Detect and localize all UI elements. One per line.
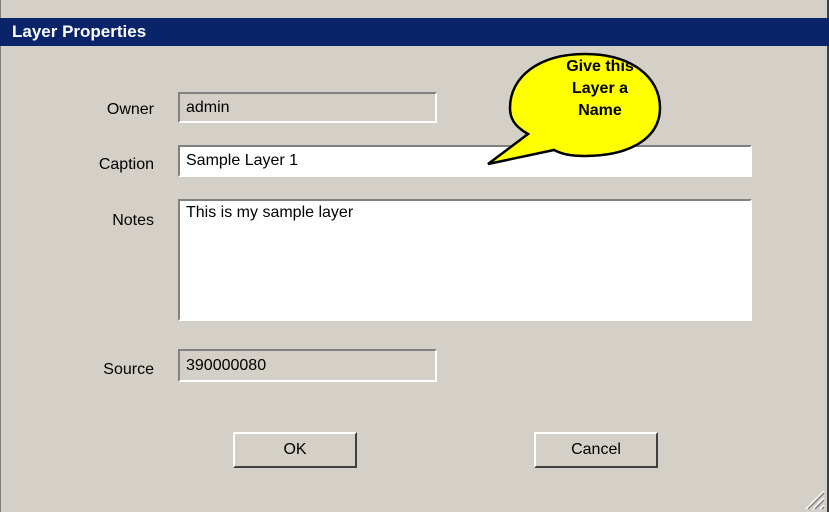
callout-text: Give this Layer a Name <box>540 56 660 122</box>
callout-line-1: Give this <box>566 58 634 75</box>
source-field[interactable] <box>178 349 437 382</box>
source-label: Source <box>103 361 154 378</box>
caption-label: Caption <box>98 156 154 173</box>
window-title-bar[interactable]: Layer Properties <box>0 18 829 46</box>
owner-label: Owner <box>106 101 154 118</box>
notes-label: Notes <box>112 212 154 229</box>
callout-line-2: Layer a <box>571 80 629 97</box>
owner-field[interactable] <box>178 92 437 123</box>
window-title: Layer Properties <box>12 22 147 41</box>
notes-textarea[interactable]: This is my sample layer <box>178 199 752 321</box>
size-grip-icon[interactable] <box>803 488 825 510</box>
cancel-button[interactable]: Cancel <box>534 432 658 468</box>
ok-button[interactable]: OK <box>233 432 357 468</box>
callout-line-3: Name <box>578 102 622 119</box>
